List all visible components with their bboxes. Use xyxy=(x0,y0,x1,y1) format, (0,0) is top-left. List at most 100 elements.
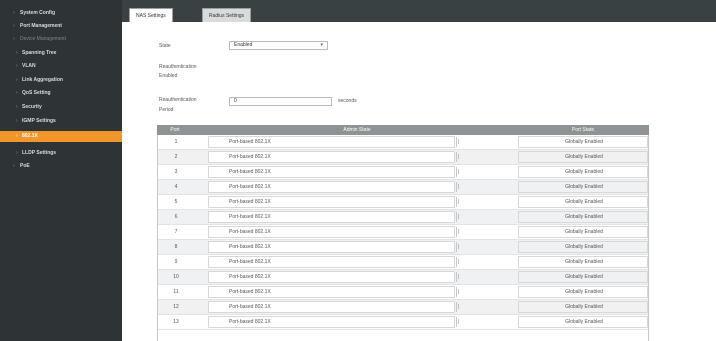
port-state-value: Globally Enabled xyxy=(565,244,603,250)
dropdown-caret-icon: | xyxy=(458,169,460,175)
sidebar-item-igmp-settings[interactable]: › IGMP Settings xyxy=(0,116,122,127)
admin-state-dropdown[interactable]: | xyxy=(456,212,461,222)
reauth-period-label: Reauthentication xyxy=(159,97,197,103)
sidebar-item-label: VLAN xyxy=(22,63,36,69)
top-bar: NAS Settings Radius Settings xyxy=(122,0,716,22)
dropdown-caret-icon: | xyxy=(458,214,460,220)
sidebar-item-security[interactable]: › Security xyxy=(0,102,122,113)
dropdown-caret-icon: | xyxy=(458,229,460,235)
table-row: 10 Port-based 802.1X | Globally Enabled xyxy=(158,270,648,285)
bullet-icon: › xyxy=(16,133,18,139)
admin-state-dropdown[interactable]: | xyxy=(456,257,461,267)
port-state-value: Globally Enabled xyxy=(565,259,603,265)
state-label: State xyxy=(159,43,171,49)
sidebar-item-label: 802.1X xyxy=(22,133,38,139)
admin-state-value: Port-based 802.1X xyxy=(229,289,271,295)
admin-state-dropdown[interactable]: | xyxy=(456,272,461,282)
bullet-icon: › xyxy=(16,50,18,56)
table-header: Port Admin State Port State xyxy=(157,125,649,135)
dropdown-caret-icon: | xyxy=(458,184,460,190)
port-state-value: Globally Enabled xyxy=(565,214,603,220)
admin-state-dropdown[interactable]: | xyxy=(456,242,461,252)
admin-state-dropdown[interactable]: | xyxy=(456,137,461,147)
sidebar-item-lldp-settings[interactable]: › LLDP Settings xyxy=(0,148,122,159)
sidebar: › System Config › Port Management › Devi… xyxy=(0,0,122,341)
port-state-value: Globally Enabled xyxy=(565,289,603,295)
sidebar-item-label: QoS Setting xyxy=(22,90,51,96)
sidebar-item-label: PoE xyxy=(20,163,30,169)
port-cell: 9 xyxy=(174,259,178,265)
admin-state-dropdown[interactable]: | xyxy=(456,197,461,207)
bullet-icon: › xyxy=(13,23,15,29)
sidebar-item-qos-setting[interactable]: › QoS Setting xyxy=(0,88,122,99)
port-state-value: Globally Enabled xyxy=(565,199,603,205)
port-cell: 7 xyxy=(174,229,178,235)
bullet-icon: › xyxy=(13,163,15,169)
sidebar-item-label: System Config xyxy=(20,10,56,16)
tab-radius-settings[interactable]: Radius Settings xyxy=(202,8,252,22)
tab-nas-settings[interactable]: NAS Settings xyxy=(129,8,173,22)
table-row: 13 Port-based 802.1X | Globally Enabled xyxy=(158,315,648,330)
port-state-value: Globally Enabled xyxy=(565,184,603,190)
admin-state-value: Port-based 802.1X xyxy=(229,274,271,280)
reauth-period-unit: seconds xyxy=(338,98,357,104)
sidebar-item-system-config[interactable]: › System Config xyxy=(0,8,122,19)
admin-state-dropdown[interactable]: | xyxy=(456,167,461,177)
table-row: 6 Port-based 802.1X | Globally Enabled xyxy=(158,210,648,225)
reauth-enabled-label: Reauthentication xyxy=(159,64,197,70)
table-row: 1 Port-based 802.1X | Globally Enabled xyxy=(158,135,648,150)
dropdown-caret-icon: | xyxy=(458,244,460,250)
sidebar-item-label: Device Management xyxy=(20,36,66,42)
sidebar-item-spanning-tree[interactable]: › Spanning Tree xyxy=(0,48,122,59)
table-row: 8 Port-based 802.1X | Globally Enabled xyxy=(158,240,648,255)
port-state-value: Globally Enabled xyxy=(565,154,603,160)
admin-state-value: Port-based 802.1X xyxy=(229,244,271,250)
state-select[interactable]: Enabled ▾ xyxy=(229,41,328,50)
port-cell: 5 xyxy=(174,199,178,205)
admin-state-value: Port-based 802.1X xyxy=(229,184,271,190)
admin-state-dropdown[interactable]: | xyxy=(456,182,461,192)
admin-state-dropdown[interactable]: | xyxy=(456,302,461,312)
admin-state-value: Port-based 802.1X xyxy=(229,319,271,325)
column-header-port: Port xyxy=(170,127,180,133)
admin-state-value: Port-based 802.1X xyxy=(229,199,271,205)
table-row: 4 Port-based 802.1X | Globally Enabled xyxy=(158,180,648,195)
admin-state-dropdown[interactable]: | xyxy=(456,287,461,297)
admin-state-value: Port-based 802.1X xyxy=(229,304,271,310)
bullet-icon: › xyxy=(13,36,15,42)
admin-state-dropdown[interactable]: | xyxy=(456,227,461,237)
dropdown-caret-icon: | xyxy=(458,139,460,145)
bullet-icon: › xyxy=(16,63,18,69)
reauth-period-input[interactable]: 0 xyxy=(229,97,332,106)
bullet-icon: › xyxy=(16,118,18,124)
port-cell: 1 xyxy=(174,139,178,145)
port-state-value: Globally Enabled xyxy=(565,169,603,175)
sidebar-item-poe[interactable]: › PoE xyxy=(0,161,122,172)
admin-state-value: Port-based 802.1X xyxy=(229,214,271,220)
admin-state-value: Port-based 802.1X xyxy=(229,229,271,235)
table-row: 3 Port-based 802.1X | Globally Enabled xyxy=(158,165,648,180)
table-row: 2 Port-based 802.1X | Globally Enabled xyxy=(158,150,648,165)
dropdown-caret-icon: | xyxy=(458,259,460,265)
port-state-value: Globally Enabled xyxy=(565,319,603,325)
sidebar-item-port-management[interactable]: › Port Management xyxy=(0,21,122,32)
sidebar-item-link-aggregation[interactable]: › Link Aggregation xyxy=(0,75,122,86)
sidebar-item-label: Spanning Tree xyxy=(22,50,57,56)
port-cell: 10 xyxy=(173,274,179,280)
sidebar-item-label: Port Management xyxy=(20,23,62,29)
table-row: 5 Port-based 802.1X | Globally Enabled xyxy=(158,195,648,210)
bullet-icon: › xyxy=(16,77,18,83)
column-header-admin-state: Admin State xyxy=(343,127,371,133)
port-state-value: Globally Enabled xyxy=(565,304,603,310)
dropdown-caret-icon: | xyxy=(458,289,460,295)
bullet-icon: › xyxy=(13,10,15,16)
admin-state-value: Port-based 802.1X xyxy=(229,259,271,265)
port-cell: 4 xyxy=(174,184,178,190)
admin-state-dropdown[interactable]: | xyxy=(456,317,461,327)
admin-state-dropdown[interactable]: | xyxy=(456,152,461,162)
sidebar-item-device-management[interactable]: › Device Management xyxy=(0,34,122,45)
sidebar-item-label: Link Aggregation xyxy=(22,77,63,83)
reauth-enabled-label-2: Enabled xyxy=(159,73,178,79)
sidebar-item-802-1x[interactable]: › 802.1X xyxy=(0,131,122,142)
sidebar-item-vlan[interactable]: › VLAN xyxy=(0,61,122,72)
